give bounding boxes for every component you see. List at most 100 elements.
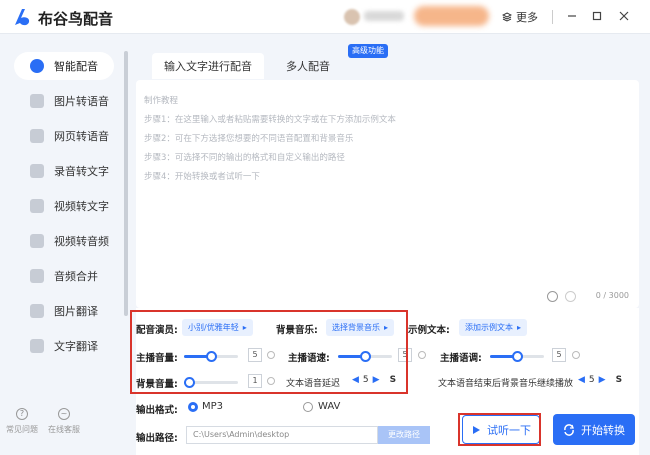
delay-value: 5 <box>362 375 369 385</box>
reset-icon[interactable] <box>267 351 275 359</box>
change-path-button[interactable]: 更改路径 <box>378 426 430 444</box>
format-label: 输出格式: <box>136 405 178 416</box>
host-volume-value[interactable]: 5 <box>248 348 262 362</box>
sidebar-item-label: 图片翻译 <box>54 305 98 318</box>
continue-stepper[interactable]: ◀ 5 ▶ S <box>578 375 622 385</box>
layers-icon <box>502 12 512 22</box>
bgm-select[interactable]: 选择背景音乐 ▸ <box>326 319 395 336</box>
sidebar-item-label: 录音转文字 <box>54 165 109 178</box>
sidebar-item-recording-to-text[interactable]: 录音转文字 <box>14 157 114 185</box>
recording-icon <box>30 164 44 178</box>
sidebar-item-audio-merge[interactable]: 音频合并 <box>14 262 114 290</box>
pause-insert-icon[interactable] <box>565 291 576 302</box>
voice-select[interactable]: 小别/优雅年轻 ▸ <box>182 319 253 336</box>
decrease-arrow-icon[interactable]: ◀ <box>578 375 585 385</box>
bgm-value: 选择背景音乐 <box>332 323 380 332</box>
sidebar-item-image-to-speech[interactable]: 图片转语音 <box>14 87 114 115</box>
host-volume-slider[interactable] <box>184 351 238 362</box>
sidebar-item-video-to-text[interactable]: 视频转文字 <box>14 192 114 220</box>
host-pitch-value[interactable]: 5 <box>552 348 566 362</box>
host-pitch-slider[interactable] <box>490 351 544 362</box>
faq-button[interactable]: ? 常见问题 <box>0 408 44 435</box>
advanced-badge: 高级功能 <box>348 44 388 58</box>
maximize-button[interactable] <box>589 8 605 24</box>
bg-volume-slider[interactable] <box>184 377 238 388</box>
merge-icon <box>30 269 44 283</box>
bg-volume-value[interactable]: 1 <box>248 374 262 388</box>
delay-label: 文本语音延迟 <box>286 379 341 389</box>
avatar[interactable] <box>344 9 360 25</box>
tutorial-step-1: 步骤1：在这里输入或者粘贴需要转换的文字或在下方添加示例文本 <box>144 115 396 125</box>
translate-text-icon <box>30 339 44 353</box>
tab-multi-person[interactable]: 多人配音 <box>274 53 342 79</box>
service-label: 在线客服 <box>48 425 80 434</box>
tutorial-step-2: 步骤2：可在下方选择您想要的不同语音配置和背景音乐 <box>144 134 354 144</box>
voice-label: 配音演员: <box>136 325 178 336</box>
start-label: 开始转换 <box>581 423 625 437</box>
increase-arrow-icon[interactable]: ▶ <box>373 375 380 385</box>
mic-icon <box>30 59 44 73</box>
slider-knob[interactable] <box>512 351 523 362</box>
host-volume-label: 主播音量: <box>136 353 178 364</box>
text-editor[interactable]: 制作教程 步骤1：在这里输入或者粘贴需要转换的文字或在下方添加示例文本 步骤2：… <box>136 80 639 308</box>
delay-stepper[interactable]: ◀ 5 ▶ S <box>352 375 396 385</box>
minimize-icon <box>568 15 576 17</box>
sidebar-item-image-translate[interactable]: 图片翻译 <box>14 297 114 325</box>
example-value: 添加示例文本 <box>465 323 513 332</box>
sidebar-item-smart-dubbing[interactable]: 智能配音 <box>14 52 114 80</box>
close-icon <box>619 11 629 21</box>
sidebar-scrollbar[interactable] <box>124 51 128 316</box>
help-icon: ? <box>16 408 28 420</box>
tab-text-dubbing[interactable]: 输入文字进行配音 <box>152 53 264 79</box>
preview-button[interactable]: 试听一下 <box>462 415 540 444</box>
close-button[interactable] <box>616 8 632 24</box>
host-pitch-label: 主播语调: <box>440 353 482 364</box>
sidebar-item-label: 视频转文字 <box>54 200 109 213</box>
voice-value: 小别/优雅年轻 <box>188 323 239 332</box>
caret-right-icon: ▸ <box>384 323 389 332</box>
minimize-button[interactable] <box>564 8 580 24</box>
sidebar-item-text-translate[interactable]: 文字翻译 <box>14 332 114 360</box>
host-speed-slider[interactable] <box>338 351 392 362</box>
host-speed-value[interactable]: 5 <box>398 348 412 362</box>
decrease-arrow-icon[interactable]: ◀ <box>352 375 359 385</box>
start-convert-button[interactable]: 开始转换 <box>553 414 635 445</box>
sidebar-item-web-to-speech[interactable]: 网页转语音 <box>14 122 114 150</box>
reset-icon[interactable] <box>267 377 275 385</box>
sidebar-item-label: 视频转音频 <box>54 235 109 248</box>
more-label: 更多 <box>516 11 538 24</box>
continue-label: 文本语音结束后背景音乐继续播放 <box>438 379 574 389</box>
radio-mp3[interactable] <box>188 402 198 412</box>
radio-wav[interactable] <box>303 402 313 412</box>
bg-volume-label: 背景音量: <box>136 379 178 390</box>
online-service-button[interactable]: ~ 在线客服 <box>42 408 86 435</box>
video-icon <box>30 199 44 213</box>
clear-text-icon[interactable] <box>547 291 558 302</box>
slider-knob[interactable] <box>206 351 217 362</box>
translate-image-icon <box>30 304 44 318</box>
caret-right-icon: ▸ <box>242 323 247 332</box>
reset-icon[interactable] <box>572 351 580 359</box>
continue-unit: S <box>615 375 623 385</box>
format-mp3-label[interactable]: MP3 <box>202 401 223 412</box>
example-select[interactable]: 添加示例文本 ▸ <box>459 319 528 336</box>
format-wav-label[interactable]: WAV <box>318 401 340 412</box>
sidebar-item-label: 智能配音 <box>54 60 98 73</box>
image-icon <box>30 94 44 108</box>
sidebar-item-video-to-audio[interactable]: 视频转音频 <box>14 227 114 255</box>
sidebar-item-label: 文字翻译 <box>54 340 98 353</box>
tutorial-step-4: 步骤4：开始转换或者试听一下 <box>144 172 260 182</box>
maximize-icon <box>592 11 602 21</box>
continue-value: 5 <box>588 375 595 385</box>
vip-banner-blurred[interactable] <box>414 6 489 26</box>
increase-arrow-icon[interactable]: ▶ <box>599 375 606 385</box>
char-counter: 0 / 3000 <box>595 291 629 300</box>
slider-knob[interactable] <box>360 351 371 362</box>
more-menu-button[interactable]: 更多 <box>502 9 538 25</box>
preview-label: 试听一下 <box>487 423 531 437</box>
reset-icon[interactable] <box>418 351 426 359</box>
username-blurred[interactable] <box>364 11 404 21</box>
output-path-input[interactable]: C:\Users\Admin\desktop <box>186 426 378 444</box>
app-title: 布谷鸟配音 <box>38 10 114 28</box>
play-icon <box>473 425 480 434</box>
